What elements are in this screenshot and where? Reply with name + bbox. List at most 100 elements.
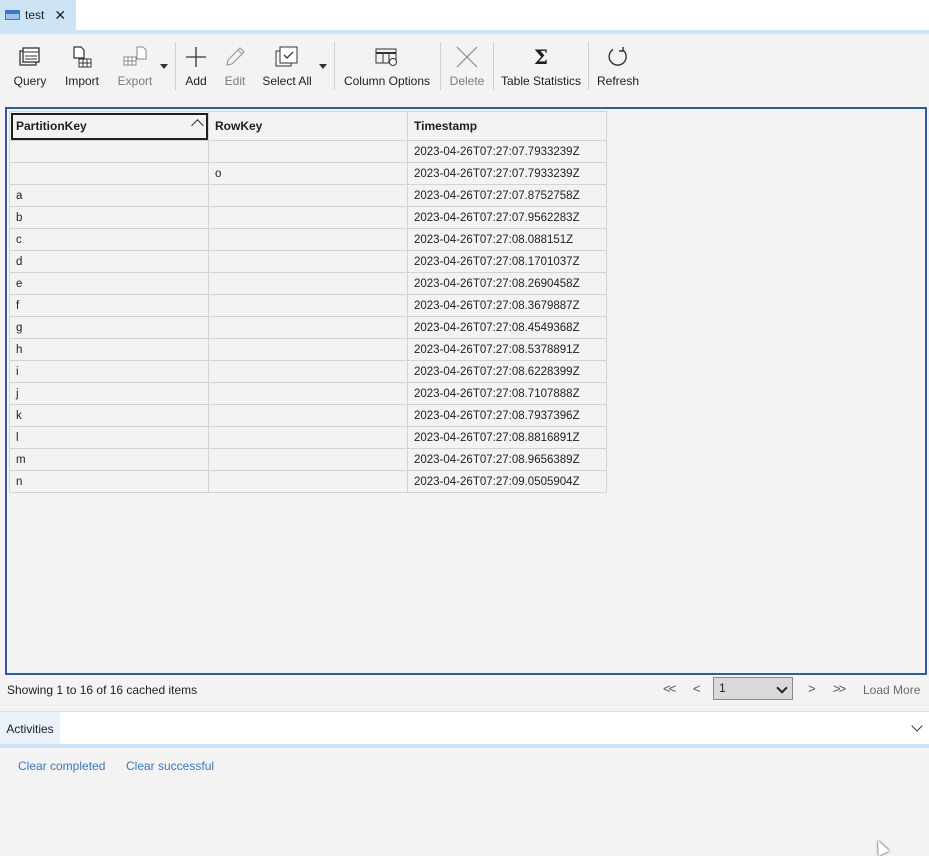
table-cell[interactable]: [208, 338, 408, 361]
sort-ascending-icon[interactable]: [191, 119, 204, 132]
table-cell[interactable]: [208, 184, 408, 207]
table-cell[interactable]: [208, 360, 408, 383]
refresh-icon: [607, 42, 629, 72]
import-button[interactable]: Import: [63, 42, 101, 102]
table-cell[interactable]: 2023-04-26T07:27:08.5378891Z: [407, 338, 607, 361]
table-cell[interactable]: 2023-04-26T07:27:08.1701037Z: [407, 250, 607, 273]
table-row[interactable]: 2023-04-26T07:27:07.7933239Z: [9, 140, 607, 163]
table-cell[interactable]: [208, 140, 408, 163]
table-cell[interactable]: 2023-04-26T07:27:07.9562283Z: [407, 206, 607, 229]
table-cell[interactable]: g: [9, 316, 209, 339]
column-options-label: Column Options: [343, 74, 431, 88]
table-cell[interactable]: d: [9, 250, 209, 273]
first-page-button[interactable]: <<: [663, 681, 676, 696]
column-header-rowkey[interactable]: RowKey: [208, 111, 408, 141]
table-row[interactable]: h 2023-04-26T07:27:08.5378891Z: [9, 338, 607, 361]
column-header-partitionkey[interactable]: PartitionKey: [9, 111, 209, 141]
load-more-button[interactable]: Load More: [863, 683, 920, 697]
previous-page-button[interactable]: <: [693, 681, 701, 696]
table-cell[interactable]: [9, 140, 209, 163]
column-header-timestamp[interactable]: Timestamp: [407, 111, 607, 141]
table-row[interactable]: c 2023-04-26T07:27:08.088151Z: [9, 228, 607, 251]
table-row[interactable]: f 2023-04-26T07:27:08.3679887Z: [9, 294, 607, 317]
table-cell[interactable]: 2023-04-26T07:27:08.9656389Z: [407, 448, 607, 471]
table-row[interactable]: d 2023-04-26T07:27:08.1701037Z: [9, 250, 607, 273]
clear-successful-link[interactable]: Clear successful: [126, 759, 214, 773]
table-cell[interactable]: o: [208, 162, 408, 185]
tab-test[interactable]: test ✕: [0, 0, 76, 30]
table-row[interactable]: l 2023-04-26T07:27:08.8816891Z: [9, 426, 607, 449]
select-all-dropdown-caret[interactable]: [319, 64, 327, 69]
export-dropdown-caret[interactable]: [160, 64, 168, 69]
delete-label: Delete: [449, 74, 485, 88]
table-cell[interactable]: n: [9, 470, 209, 493]
checkbox-icon: [275, 42, 299, 72]
table-cell[interactable]: [208, 404, 408, 427]
table-cell[interactable]: a: [9, 184, 209, 207]
table-cell[interactable]: [208, 316, 408, 339]
table-cell[interactable]: j: [9, 382, 209, 405]
table-row[interactable]: a 2023-04-26T07:27:07.8752758Z: [9, 184, 607, 207]
table-cell[interactable]: 2023-04-26T07:27:08.7937396Z: [407, 404, 607, 427]
table-row[interactable]: o 2023-04-26T07:27:07.7933239Z: [9, 162, 607, 185]
table-cell[interactable]: c: [9, 228, 209, 251]
table-cell[interactable]: 2023-04-26T07:27:08.6228399Z: [407, 360, 607, 383]
table-cell[interactable]: f: [9, 294, 209, 317]
import-label: Import: [64, 74, 99, 88]
table-row[interactable]: m 2023-04-26T07:27:08.9656389Z: [9, 448, 607, 471]
table-cell[interactable]: 2023-04-26T07:27:09.0505904Z: [407, 470, 607, 493]
table-cell[interactable]: k: [9, 404, 209, 427]
close-icon[interactable]: ✕: [54, 8, 66, 22]
table-cell[interactable]: [208, 294, 408, 317]
table-row[interactable]: g 2023-04-26T07:27:08.4549368Z: [9, 316, 607, 339]
table-cell[interactable]: [208, 448, 408, 471]
last-page-button[interactable]: >>: [833, 681, 846, 696]
table-cell[interactable]: 2023-04-26T07:27:08.4549368Z: [407, 316, 607, 339]
export-button[interactable]: Export: [116, 42, 154, 102]
table-cell[interactable]: 2023-04-26T07:27:08.7107888Z: [407, 382, 607, 405]
table-cell[interactable]: [208, 250, 408, 273]
chevron-down-icon: [776, 682, 788, 694]
table-statistics-button[interactable]: Σ Table Statistics: [501, 42, 581, 102]
table-row[interactable]: e 2023-04-26T07:27:08.2690458Z: [9, 272, 607, 295]
table-row[interactable]: i 2023-04-26T07:27:08.6228399Z: [9, 360, 607, 383]
table-cell[interactable]: [208, 470, 408, 493]
delete-button[interactable]: Delete: [449, 42, 485, 102]
add-button[interactable]: Add: [183, 42, 209, 102]
table-cell[interactable]: [208, 426, 408, 449]
clear-completed-link[interactable]: Clear completed: [18, 759, 105, 773]
chevron-down-icon[interactable]: [911, 720, 923, 732]
table-cell[interactable]: l: [9, 426, 209, 449]
table-cell[interactable]: [208, 228, 408, 251]
table-cell[interactable]: 2023-04-26T07:27:08.088151Z: [407, 228, 607, 251]
entity-grid[interactable]: PartitionKey RowKey Timestamp 2023-04-26…: [5, 107, 927, 675]
table-cell[interactable]: 2023-04-26T07:27:08.2690458Z: [407, 272, 607, 295]
table-cell[interactable]: [208, 382, 408, 405]
table-cell[interactable]: 2023-04-26T07:27:08.8816891Z: [407, 426, 607, 449]
table-row[interactable]: b 2023-04-26T07:27:07.9562283Z: [9, 206, 607, 229]
table-cell[interactable]: 2023-04-26T07:27:08.3679887Z: [407, 294, 607, 317]
activities-tab[interactable]: Activities: [0, 712, 60, 745]
table-cell[interactable]: 2023-04-26T07:27:07.7933239Z: [407, 162, 607, 185]
query-button[interactable]: Query: [12, 42, 48, 102]
next-page-button[interactable]: >: [808, 681, 816, 696]
header-row: PartitionKey RowKey Timestamp: [9, 111, 607, 141]
table-cell[interactable]: h: [9, 338, 209, 361]
table-cell[interactable]: e: [9, 272, 209, 295]
table-cell[interactable]: 2023-04-26T07:27:07.7933239Z: [407, 140, 607, 163]
table-cell[interactable]: b: [9, 206, 209, 229]
select-all-button[interactable]: Select All: [261, 42, 313, 102]
column-options-button[interactable]: Column Options: [343, 42, 431, 102]
table-cell[interactable]: [9, 162, 209, 185]
refresh-button[interactable]: Refresh: [597, 42, 639, 102]
table-row[interactable]: j 2023-04-26T07:27:08.7107888Z: [9, 382, 607, 405]
table-cell[interactable]: [208, 206, 408, 229]
table-cell[interactable]: i: [9, 360, 209, 383]
page-select[interactable]: 1: [713, 677, 793, 700]
table-cell[interactable]: m: [9, 448, 209, 471]
table-row[interactable]: k 2023-04-26T07:27:08.7937396Z: [9, 404, 607, 427]
edit-button[interactable]: Edit: [222, 42, 248, 102]
table-cell[interactable]: 2023-04-26T07:27:07.8752758Z: [407, 184, 607, 207]
table-row[interactable]: n 2023-04-26T07:27:09.0505904Z: [9, 470, 607, 493]
table-cell[interactable]: [208, 272, 408, 295]
